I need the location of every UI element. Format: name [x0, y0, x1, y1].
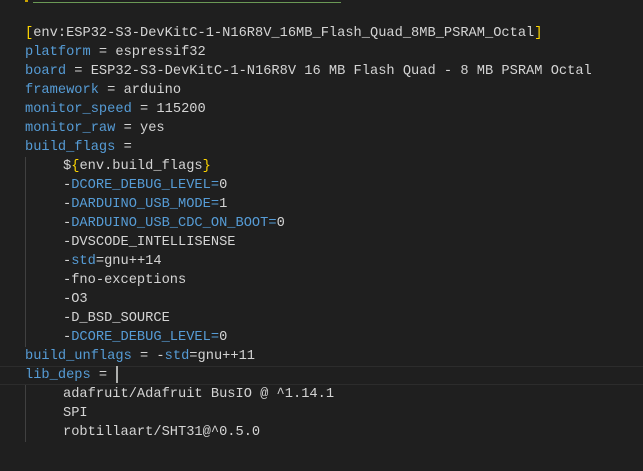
code-key-token: monitor_speed [25, 102, 132, 117]
code-line[interactable]: monitor_speed = 115200 [0, 100, 643, 119]
code-line[interactable]: board = ESP32-S3-DevKitC-1-N16R8V 16 MB … [0, 62, 643, 81]
code-line[interactable]: -O3 [0, 290, 643, 309]
code-key-token: DARDUINO_USB_CDC_ON_BOOT= [71, 216, 277, 231]
code-key-token: std [71, 254, 96, 269]
code-line[interactable]: SPI [0, 404, 643, 423]
code-bracket-token: ] [534, 26, 543, 41]
scrolled-line-underline [33, 2, 341, 3]
code-line[interactable]: adafruit/Adafruit BusIO @ ^1.14.1 [0, 385, 643, 404]
code-key-token: monitor_raw [25, 121, 116, 136]
code-line[interactable]: -DCORE_DEBUG_LEVEL=0 [0, 328, 643, 347]
indent-guide [25, 423, 26, 442]
indent-guide [25, 385, 26, 404]
code-value-token: env:ESP32-S3-DevKitC-1-N16R8V_16MB_Flash… [33, 26, 535, 41]
code-key-token: std [164, 349, 190, 364]
text-cursor [116, 366, 119, 383]
code-value-token: - [63, 330, 72, 345]
code-value-token: env.build_flags [79, 159, 203, 174]
indent-guide [25, 309, 26, 328]
code-value-token: = [90, 368, 108, 384]
code-line[interactable]: -std=gnu++14 [0, 252, 643, 271]
code-editor[interactable]: [env:ESP32-S3-DevKitC-1-N16R8V_16MB_Flas… [0, 24, 643, 442]
code-key-token: framework [25, 83, 99, 98]
indent-guide [25, 252, 26, 271]
code-value-token: = - [131, 349, 165, 364]
indent-guide [25, 328, 26, 347]
code-value-token: robtillaart/SHT31@^0.5.0 [63, 425, 261, 440]
code-line[interactable]: robtillaart/SHT31@^0.5.0 [0, 423, 643, 442]
code-value-token: = arduino [98, 83, 182, 98]
code-line[interactable]: build_flags = [0, 138, 643, 157]
code-line[interactable]: lib_deps = [0, 366, 643, 385]
indent-guide [25, 404, 26, 423]
code-bracket-token: } [202, 159, 211, 174]
code-bracket-token: [ [25, 26, 34, 41]
code-value-token: = 115200 [131, 102, 206, 117]
code-value-token: =gnu++11 [189, 349, 256, 364]
code-value-token: = yes [115, 121, 165, 136]
indent-guide [25, 176, 26, 195]
code-value-token: -O3 [63, 292, 88, 307]
code-key-token: lib_deps [25, 368, 91, 384]
code-value-token: -fno-exceptions [63, 273, 187, 288]
code-line[interactable]: -D_BSD_SOURCE [0, 309, 643, 328]
code-value-token: -D_BSD_SOURCE [63, 311, 170, 326]
indent-guide [25, 233, 26, 252]
indent-guide [25, 290, 26, 309]
scrolled-line-bracket [25, 0, 28, 2]
code-line[interactable]: -DARDUINO_USB_MODE=1 [0, 195, 643, 214]
indent-guide [25, 157, 26, 176]
code-line[interactable]: platform = espressif32 [0, 43, 643, 62]
code-value-token: - [63, 254, 72, 269]
code-value-token: 1 [219, 197, 228, 212]
code-key-token: DCORE_DEBUG_LEVEL= [71, 178, 220, 193]
code-value-token: 0 [219, 178, 228, 193]
code-line[interactable]: -fno-exceptions [0, 271, 643, 290]
code-value-token: - [63, 178, 72, 193]
code-value-token: - [63, 197, 72, 212]
code-value-token: adafruit/Adafruit BusIO @ ^1.14.1 [63, 387, 335, 402]
indent-guide [25, 214, 26, 233]
code-key-token: build_flags [25, 140, 116, 155]
code-value-token: = [115, 140, 132, 155]
code-value-token: - [63, 216, 72, 231]
code-key-token: DCORE_DEBUG_LEVEL= [71, 330, 220, 345]
code-key-token: platform [25, 45, 91, 60]
code-key-token: build_unflags [25, 349, 132, 364]
code-line[interactable]: -DCORE_DEBUG_LEVEL=0 [0, 176, 643, 195]
code-line[interactable]: monitor_raw = yes [0, 119, 643, 138]
code-value-token: 0 [276, 216, 285, 231]
code-value-token: = espressif32 [90, 45, 206, 60]
code-value-token: SPI [63, 406, 88, 421]
code-key-token: board [25, 64, 67, 79]
code-value-token: -DVSCODE_INTELLISENSE [63, 235, 236, 250]
code-value-token: $ [63, 159, 72, 174]
code-line[interactable]: ${env.build_flags} [0, 157, 643, 176]
code-line[interactable]: -DARDUINO_USB_CDC_ON_BOOT=0 [0, 214, 643, 233]
code-key-token: DARDUINO_USB_MODE= [71, 197, 220, 212]
code-value-token: = ESP32-S3-DevKitC-1-N16R8V 16 MB Flash … [66, 64, 592, 79]
code-value-token: =gnu++14 [95, 254, 162, 269]
code-line[interactable]: build_unflags = -std=gnu++11 [0, 347, 643, 366]
code-line[interactable]: [env:ESP32-S3-DevKitC-1-N16R8V_16MB_Flas… [0, 24, 643, 43]
code-line[interactable]: -DVSCODE_INTELLISENSE [0, 233, 643, 252]
code-value-token: 0 [219, 330, 228, 345]
code-line[interactable]: framework = arduino [0, 81, 643, 100]
indent-guide [25, 271, 26, 290]
indent-guide [25, 195, 26, 214]
